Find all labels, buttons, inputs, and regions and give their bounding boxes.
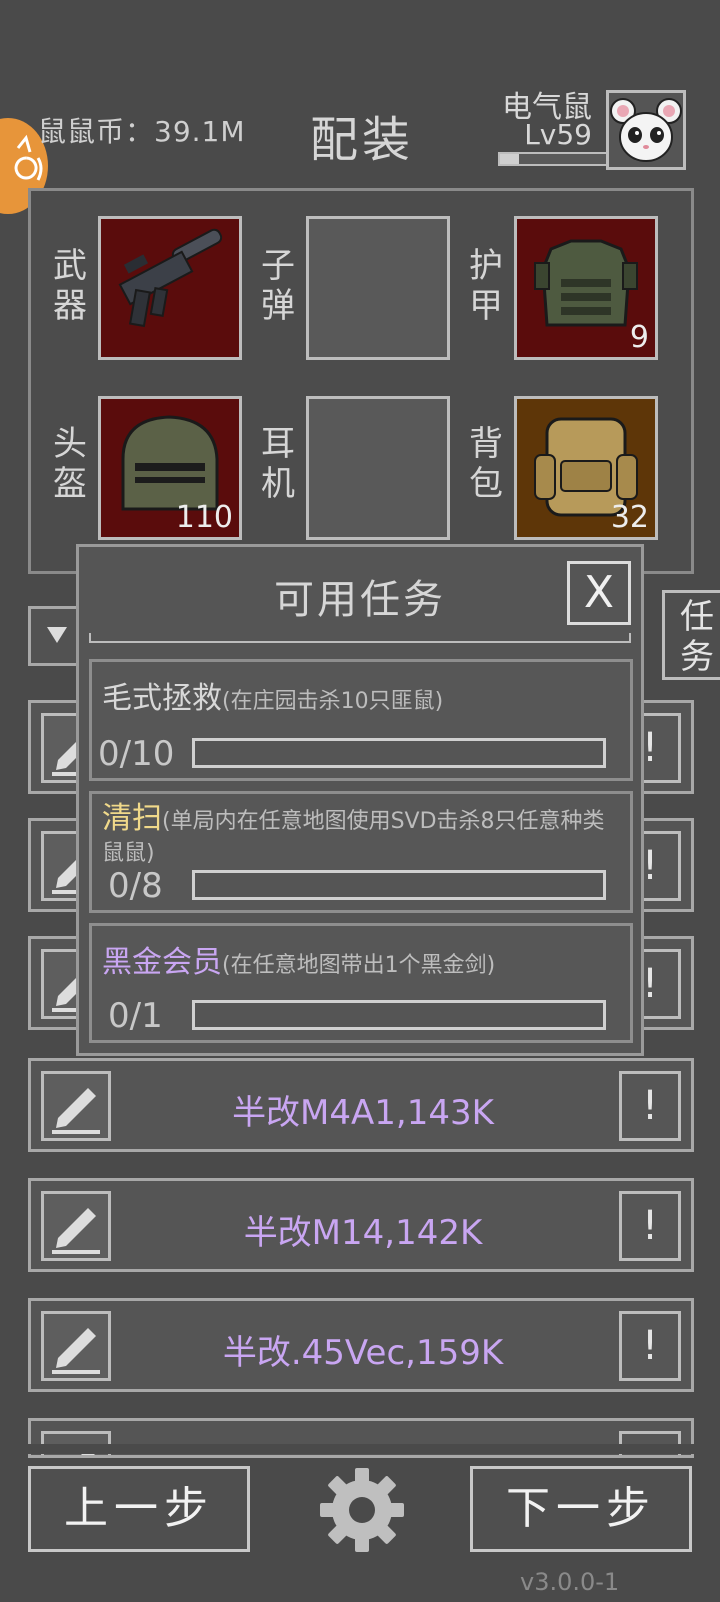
helmet-durability: 110 [175, 500, 233, 535]
build-label: 半改M4A1,143K [232, 1093, 494, 1133]
task-heading: 清扫(单局内在任意地图使用SVD击杀8只任意种类鼠鼠) [102, 804, 620, 869]
backpack-label: 背包 [469, 424, 503, 504]
previous-step-button[interactable]: 上一步 [28, 1466, 250, 1552]
build-row[interactable]: 半改M14,142K! [28, 1178, 694, 1272]
task-description: (在任意地图带出1个黑金剑) [222, 953, 496, 978]
weapon-slot[interactable] [98, 216, 242, 360]
earphone-label: 耳机 [261, 424, 295, 504]
list-clip [0, 1444, 720, 1454]
task-item: 黑金会员(在任意地图带出1个黑金剑) 0/1 [89, 923, 633, 1043]
settings-gear-icon[interactable] [318, 1466, 406, 1554]
task-description: (在庄园击杀10只匪鼠) [222, 689, 444, 714]
build-info-button[interactable]: ! [619, 1191, 681, 1261]
xp-progress-bar [498, 152, 608, 166]
build-row[interactable]: 半改.45Vec,159K! [28, 1298, 694, 1392]
task-progress-bar [192, 738, 606, 768]
available-tasks-dialog: 可用任务 X 毛式拯救(在庄园击杀10只匪鼠) 0/10 清扫(单局内在任意地图… [76, 544, 644, 1056]
task-heading: 毛式拯救(在庄园击杀10只匪鼠) [102, 682, 620, 719]
task-name: 黑金会员 [102, 945, 222, 980]
quest-tab-button[interactable]: 任务 [662, 590, 720, 680]
armor-label: 护甲 [469, 246, 503, 326]
ammo-slot[interactable] [306, 216, 450, 360]
quest-tab-label: 任务 [680, 597, 714, 677]
armor-durability: 9 [629, 320, 649, 355]
build-label: 半改M14,142K [243, 1213, 483, 1253]
xp-progress-fill [500, 154, 520, 164]
task-progress-bar [192, 1000, 606, 1030]
backpack-capacity: 32 [610, 500, 649, 535]
dropdown-toggle[interactable] [28, 606, 82, 666]
page-title: 配装 [310, 112, 415, 168]
task-name: 毛式拯救 [102, 681, 222, 716]
build-info-button[interactable]: ! [619, 1311, 681, 1381]
task-progress-text: 0/8 [108, 866, 163, 906]
build-label: 半改.45Vec,159K [222, 1333, 504, 1373]
task-progress-text: 0/1 [108, 996, 163, 1036]
backpack-slot[interactable]: 32 [514, 396, 658, 540]
task-name: 清扫 [102, 801, 162, 836]
task-heading: 黑金会员(在任意地图带出1个黑金剑) [102, 946, 620, 983]
earphone-slot[interactable] [306, 396, 450, 540]
smg-icon [118, 228, 223, 328]
player-level: Lv59 [524, 118, 592, 151]
task-description: (单局内在任意地图使用SVD击杀8只任意种类鼠鼠) [102, 809, 605, 866]
player-avatar[interactable] [606, 90, 686, 170]
edit-pencil-icon[interactable] [41, 1311, 111, 1381]
mouse-avatar-icon [610, 98, 682, 162]
task-progress-bar [192, 870, 606, 900]
close-button[interactable]: X [567, 561, 631, 625]
helmet-label: 头盔 [53, 424, 87, 504]
next-step-button[interactable]: 下一步 [470, 1466, 692, 1552]
task-item: 清扫(单局内在任意地图使用SVD击杀8只任意种类鼠鼠) 0/8 [89, 791, 633, 913]
task-progress-text: 0/10 [98, 734, 175, 774]
version-label: v3.0.0-1 [520, 1568, 620, 1596]
dialog-title: 可用任务 [274, 577, 446, 623]
task-item: 毛式拯救(在庄园击杀10只匪鼠) 0/10 [89, 659, 633, 781]
armor-slot[interactable]: 9 [514, 216, 658, 360]
weapon-label: 武器 [53, 246, 87, 326]
build-row[interactable]: 半改M4A1,143K! [28, 1058, 694, 1152]
coin-balance: 鼠鼠币：39.1M [38, 115, 246, 148]
dialog-divider [89, 633, 631, 643]
edit-pencil-icon[interactable] [41, 1071, 111, 1141]
build-info-button[interactable]: ! [619, 1071, 681, 1141]
edit-pencil-icon[interactable] [41, 1191, 111, 1261]
helmet-slot[interactable]: 110 [98, 396, 242, 540]
triangle-down-icon [47, 627, 67, 643]
ammo-label: 子弹 [261, 246, 295, 326]
